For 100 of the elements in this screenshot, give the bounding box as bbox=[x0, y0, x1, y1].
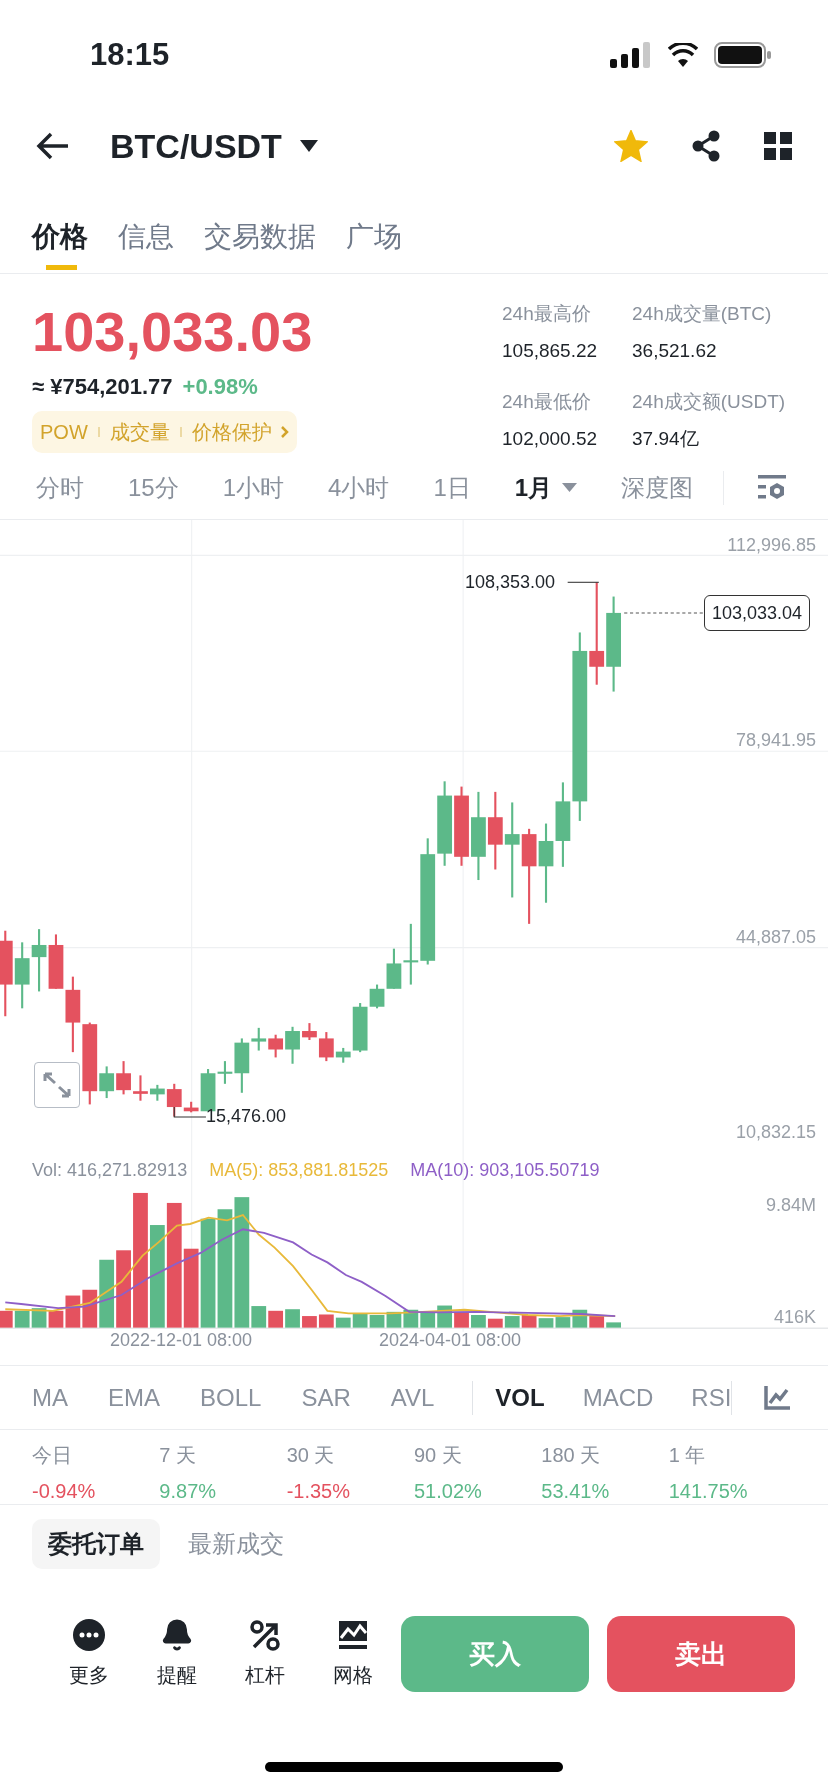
period-label: 1 年 bbox=[668, 1443, 707, 1468]
volume-bar bbox=[285, 1309, 300, 1328]
indicator-tab[interactable]: SAR bbox=[301, 1379, 351, 1416]
action-button[interactable]: 提醒 bbox=[133, 1618, 221, 1690]
interval-tab[interactable]: 1日 bbox=[433, 469, 471, 506]
stat-label: 24h成交额(USDT) bbox=[632, 390, 787, 414]
leader-line bbox=[173, 1106, 207, 1118]
period-change: 51.02% bbox=[414, 1479, 483, 1504]
tag-bar[interactable]: POW 成交量 价格保护 bbox=[32, 411, 297, 453]
interval-tab[interactable]: 分时 bbox=[36, 469, 84, 506]
period-label: 今日 bbox=[32, 1443, 73, 1468]
indicator-tab[interactable]: BOLL bbox=[200, 1379, 262, 1416]
fiat-price: ≈ ¥754,201.77 bbox=[32, 373, 173, 401]
low-price-label: 15,476.00 bbox=[206, 1105, 287, 1127]
last-price: 103,033.03 bbox=[32, 299, 313, 365]
action-button[interactable]: 杠杆 bbox=[221, 1618, 309, 1690]
expand-icon bbox=[43, 1072, 71, 1098]
period-label: 180 天 bbox=[541, 1443, 602, 1468]
page-tab[interactable]: 交易数据 bbox=[204, 216, 316, 272]
interval-tab[interactable]: 1小时 bbox=[222, 469, 285, 506]
pair-selector[interactable]: BTC/USDT bbox=[110, 120, 318, 172]
tag-label: 成交量 bbox=[109, 420, 170, 445]
stat-value: 105,865.22 bbox=[502, 338, 599, 363]
tab-underline bbox=[46, 265, 77, 270]
stat-value: 36,521.62 bbox=[632, 338, 718, 363]
volume-bar bbox=[538, 1318, 554, 1328]
status-time: 18:15 bbox=[90, 35, 170, 74]
volume-bar bbox=[302, 1316, 317, 1328]
page-tab[interactable]: 信息 bbox=[118, 216, 174, 272]
action-button[interactable]: 更多 bbox=[45, 1618, 133, 1690]
candle bbox=[116, 1061, 131, 1095]
stat-value: 102,000.52 bbox=[502, 426, 599, 451]
order-tab[interactable]: 委托订单 bbox=[32, 1519, 160, 1569]
tag-label: 价格保护 bbox=[191, 420, 272, 445]
interval-tab[interactable]: 深度图 bbox=[621, 469, 694, 506]
back-arrow-icon[interactable] bbox=[36, 131, 70, 161]
ma10-label: MA(10): 903,105.50719 bbox=[410, 1159, 600, 1181]
order-tab[interactable]: 最新成交 bbox=[172, 1519, 300, 1569]
volume-bar bbox=[471, 1315, 486, 1328]
period-label: 90 天 bbox=[414, 1443, 463, 1468]
share-icon[interactable] bbox=[690, 130, 722, 162]
period-change: 53.41% bbox=[541, 1479, 611, 1504]
period-change: -1.35% bbox=[286, 1479, 352, 1504]
fullscreen-button[interactable] bbox=[34, 1062, 80, 1108]
interval-tab[interactable]: 1月 bbox=[514, 469, 578, 506]
signal-icon bbox=[610, 42, 652, 68]
percent-arrow-icon bbox=[248, 1618, 282, 1652]
period-change: 9.87% bbox=[159, 1479, 218, 1504]
interval-tab[interactable]: 15分 bbox=[128, 469, 179, 506]
price-axis-label: 112,996.85 bbox=[727, 534, 816, 556]
chart-settings-icon[interactable] bbox=[758, 474, 786, 501]
candle bbox=[14, 942, 30, 1009]
volume-bar bbox=[369, 1315, 385, 1328]
tag-label: POW bbox=[40, 420, 88, 445]
candle bbox=[48, 934, 64, 989]
volume-label: Vol: 416,271.82913 bbox=[32, 1159, 188, 1181]
volume-bar bbox=[268, 1310, 284, 1328]
period-label: 30 天 bbox=[286, 1443, 336, 1468]
bell-icon bbox=[160, 1618, 194, 1652]
volume-bar bbox=[504, 1316, 520, 1328]
more-icon bbox=[72, 1618, 106, 1652]
indicator-tab[interactable]: VOL bbox=[495, 1379, 545, 1416]
volume-bar bbox=[0, 1310, 13, 1328]
sell-button[interactable]: 卖出 bbox=[607, 1616, 795, 1692]
period-change: -0.94% bbox=[32, 1479, 97, 1504]
caret-icon bbox=[299, 140, 318, 152]
last-price-tag: 103,033.04 bbox=[704, 595, 811, 631]
price-axis-label: 78,941.95 bbox=[735, 729, 816, 751]
indicator-tab[interactable]: RSI bbox=[691, 1379, 732, 1416]
volume-bar bbox=[335, 1317, 351, 1328]
price-axis-label: 44,887.05 bbox=[735, 926, 816, 948]
stat-label: 24h最高价 bbox=[502, 302, 592, 326]
volume-bar bbox=[487, 1318, 503, 1328]
price-change: +0.98% bbox=[182, 373, 258, 401]
chart-line-icon[interactable] bbox=[764, 1385, 790, 1410]
star-icon[interactable] bbox=[614, 130, 648, 162]
buy-button[interactable]: 买入 bbox=[401, 1616, 589, 1692]
indicator-tab[interactable]: AVL bbox=[390, 1379, 435, 1416]
indicator-tab[interactable]: MACD bbox=[582, 1379, 654, 1416]
volume-axis-label: 416K bbox=[773, 1306, 816, 1328]
battery-icon bbox=[714, 42, 772, 68]
action-button[interactable]: 网格 bbox=[309, 1618, 397, 1690]
period-change: 141.75% bbox=[668, 1479, 749, 1504]
date-axis-label: 2024-04-01 08:00 bbox=[379, 1329, 522, 1351]
page-tab[interactable]: 广场 bbox=[346, 216, 402, 272]
stat-label: 24h最低价 bbox=[502, 390, 592, 414]
ma5-label: MA(5): 853,881.81525 bbox=[209, 1159, 389, 1181]
interval-tab[interactable]: 4小时 bbox=[328, 469, 390, 506]
high-price-label: 108,353.00 bbox=[465, 571, 556, 593]
stat-label: 24h成交量(BTC) bbox=[632, 302, 773, 326]
page-tab[interactable]: 价格 bbox=[32, 216, 88, 272]
indicator-tab[interactable]: EMA bbox=[108, 1379, 160, 1416]
price-axis-label: 10,832.15 bbox=[735, 1121, 816, 1143]
date-axis-label: 2022-12-01 08:00 bbox=[110, 1329, 253, 1351]
candle bbox=[31, 929, 47, 992]
stat-value: 37.94亿 bbox=[632, 426, 700, 451]
indicator-tab[interactable]: MA bbox=[32, 1379, 68, 1416]
grid-chart-icon bbox=[336, 1618, 370, 1652]
grid-icon[interactable] bbox=[764, 132, 792, 160]
volume-bar bbox=[318, 1314, 334, 1328]
